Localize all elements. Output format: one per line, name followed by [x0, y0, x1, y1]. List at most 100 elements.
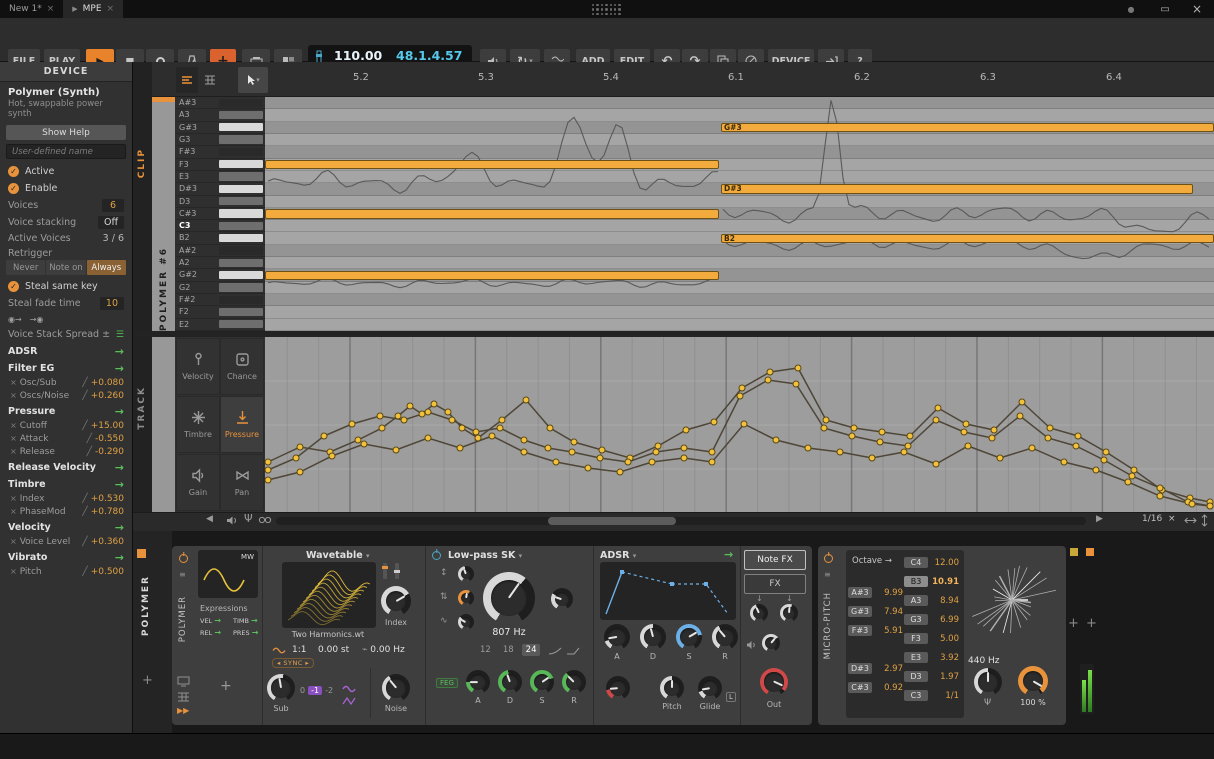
- steal-fade-value[interactable]: 10: [100, 297, 124, 310]
- slope-18[interactable]: 18: [499, 644, 518, 656]
- mod-curve-icon[interactable]: ╱: [87, 434, 92, 444]
- micropitch-power-button[interactable]: [824, 554, 833, 563]
- remove-icon[interactable]: ×: [10, 567, 17, 576]
- piano-key-B2[interactable]: B2: [175, 232, 265, 244]
- note-C#3[interactable]: [265, 209, 719, 219]
- micropitch-value[interactable]: 10.91: [931, 577, 959, 587]
- scroll-right-icon[interactable]: ▶: [1096, 514, 1103, 524]
- mod-arrow-icon[interactable]: →: [115, 480, 124, 489]
- device-rename-input[interactable]: User-defined name: [6, 144, 126, 159]
- mod-arrow-icon[interactable]: →: [115, 347, 124, 356]
- piano-key-D3[interactable]: D3: [175, 196, 265, 208]
- env-mod-arrow-icon[interactable]: →: [724, 550, 733, 559]
- micropitch-value[interactable]: 5.91: [875, 626, 903, 636]
- sync-badge[interactable]: ◂ SYNC ▸: [272, 658, 314, 668]
- grid-resolution-value[interactable]: 1/16: [1142, 514, 1162, 524]
- add-device-button[interactable]: +: [142, 673, 153, 688]
- sub-octave-0[interactable]: 0: [300, 686, 305, 695]
- note-fx-tab[interactable]: Note FX: [744, 550, 806, 570]
- feg-release-knob[interactable]: [562, 670, 586, 694]
- piano-key-F2[interactable]: F2: [175, 306, 265, 318]
- piano-key-F#2[interactable]: F#2: [175, 294, 265, 306]
- mod-curve-icon[interactable]: ╱: [82, 537, 87, 547]
- mod-section-velocity[interactable]: Velocity→: [0, 518, 132, 535]
- micropitch-value[interactable]: 1.97: [931, 672, 959, 682]
- close-window-button[interactable]: ×: [1184, 0, 1210, 18]
- sub-octave-minus1[interactable]: -1: [308, 686, 322, 695]
- mod-amount-value[interactable]: +0.530: [91, 494, 124, 504]
- expression-pres[interactable]: PRES →: [233, 628, 260, 637]
- add-device-end-button[interactable]: +: [1068, 616, 1079, 631]
- lane-velocity[interactable]: Velocity: [176, 338, 220, 395]
- mod-target-release[interactable]: ×Release╱-0.290: [0, 445, 132, 458]
- mod-section-filter-eg[interactable]: Filter EG→: [0, 359, 132, 376]
- vel-sensitivity-knob[interactable]: [606, 676, 630, 700]
- timbre-mod-knob[interactable]: [780, 604, 798, 622]
- track-strip[interactable]: POLYMER #6: [152, 97, 175, 512]
- voice-stacking-value[interactable]: Off: [98, 216, 124, 229]
- remove-icon[interactable]: ×: [10, 391, 17, 400]
- micropitch-row-D3[interactable]: D31.97: [904, 668, 959, 685]
- polymer-device-name[interactable]: POLYMER: [178, 596, 188, 642]
- env-sustain-knob[interactable]: [676, 624, 702, 650]
- mod-arrow-icon[interactable]: →: [115, 553, 124, 562]
- filter-cutoff-value[interactable]: 807 Hz: [477, 627, 541, 638]
- micropitch-mix-knob[interactable]: [1018, 666, 1048, 696]
- mod-target-voice-level[interactable]: ×Voice Level╱+0.360: [0, 535, 132, 548]
- zoom-horizontal-icon[interactable]: [1184, 516, 1197, 525]
- glide-mode-badge[interactable]: L: [726, 692, 736, 702]
- piano-key-G3[interactable]: G3: [175, 134, 265, 146]
- osc-semitone-value[interactable]: 0.00 st: [318, 645, 349, 655]
- link-icon[interactable]: [258, 516, 272, 524]
- piano-key-A#3[interactable]: A#3: [175, 97, 265, 109]
- monitor-icon[interactable]: [177, 676, 190, 687]
- env-decay-knob[interactable]: [640, 624, 666, 650]
- sub-knob[interactable]: [267, 674, 295, 702]
- note-G#3[interactable]: G#3: [721, 123, 1214, 133]
- micropitch-value[interactable]: 6.99: [931, 615, 959, 625]
- lane-pan[interactable]: Pan: [220, 454, 264, 511]
- remove-icon[interactable]: ×: [10, 447, 17, 456]
- mod-target-cutoff[interactable]: ×Cutoff╱+15.00: [0, 419, 132, 432]
- mod-curve-icon[interactable]: ╱: [82, 567, 87, 577]
- note-in-icon[interactable]: ◉→: [8, 315, 22, 324]
- mod-arrow-icon[interactable]: →: [115, 407, 124, 416]
- scrollbar-thumb[interactable]: [548, 517, 676, 525]
- micropitch-menu-icon[interactable]: ≡: [824, 570, 831, 579]
- mod-amount-value[interactable]: +0.080: [91, 378, 124, 388]
- lane-chance[interactable]: Chance: [220, 338, 264, 395]
- mod-amount-value[interactable]: -0.290: [95, 447, 124, 457]
- env-header[interactable]: ADSR ▾: [600, 550, 636, 561]
- tempo-value[interactable]: 110.00: [334, 48, 382, 63]
- envelope-display[interactable]: [600, 562, 736, 620]
- lane-gain[interactable]: Gain: [176, 454, 220, 511]
- note-editor-mode-button[interactable]: [176, 67, 198, 93]
- track-tab[interactable]: TRACK: [137, 386, 147, 430]
- micropitch-row-B3[interactable]: B310.91: [904, 573, 959, 590]
- polymer-power-button[interactable]: [179, 554, 188, 563]
- fx-tab[interactable]: FX: [744, 574, 806, 594]
- micropitch-row-C3[interactable]: C31/1: [904, 687, 959, 704]
- micropitch-row-C#3[interactable]: C#30.92: [848, 679, 903, 696]
- steal-same-key-toggle[interactable]: ✓Steal same key: [0, 278, 132, 295]
- remove-icon[interactable]: ×: [10, 378, 17, 387]
- mod-section-release-velocity[interactable]: Release Velocity→: [0, 458, 132, 475]
- slope-12[interactable]: 12: [476, 644, 495, 656]
- expression-automation-area[interactable]: [265, 337, 1214, 512]
- micropitch-value[interactable]: 7.94: [875, 607, 903, 617]
- mod-section-timbre[interactable]: Timbre→: [0, 475, 132, 492]
- project-tab-mpe[interactable]: ▶MPE×: [63, 0, 123, 18]
- micropitch-value[interactable]: 12.00: [931, 558, 959, 568]
- mod-target-pitch[interactable]: ×Pitch╱+0.500: [0, 565, 132, 578]
- remove-icon[interactable]: ×: [10, 434, 17, 443]
- micropitch-row-F3[interactable]: F35.00: [904, 630, 959, 647]
- remove-icon[interactable]: ×: [10, 421, 17, 430]
- ruler-tick[interactable]: 5.2: [353, 72, 369, 83]
- curve-soft-icon[interactable]: [548, 646, 562, 656]
- octave-header[interactable]: Octave →: [852, 556, 892, 566]
- position-display[interactable]: 48.1.4.57: [396, 48, 462, 63]
- note-F3[interactable]: [265, 160, 719, 170]
- ruler-tick[interactable]: 6.4: [1106, 72, 1122, 83]
- fx-mix-knob[interactable]: [762, 634, 780, 652]
- wavetable-file-name[interactable]: Two Harmonics.wt: [270, 630, 386, 639]
